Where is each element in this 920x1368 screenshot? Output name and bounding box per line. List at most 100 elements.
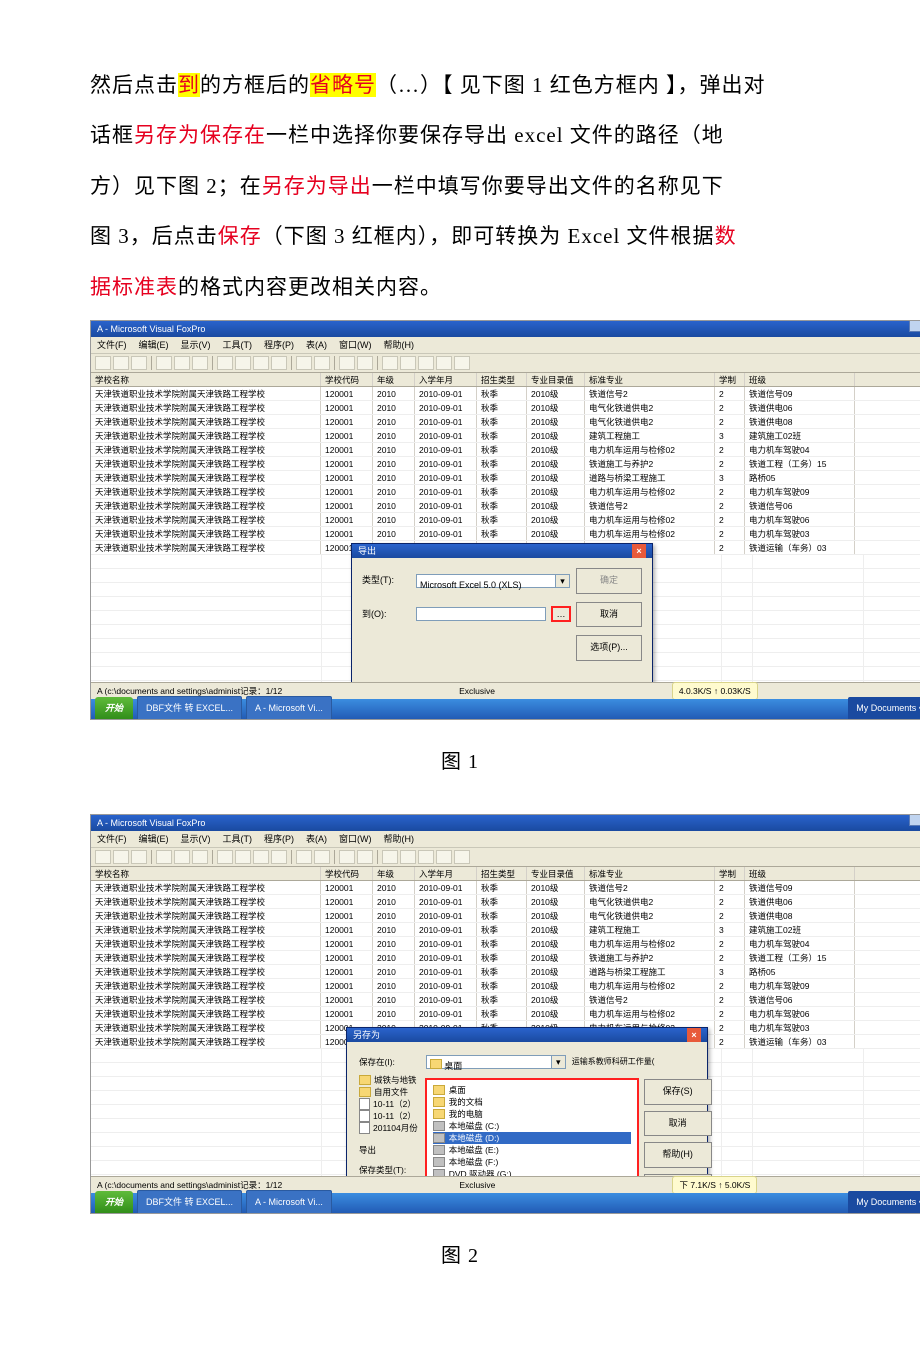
table-row[interactable]: 天津铁道职业技术学院附属天津铁路工程学校12000120102010-09-01…	[91, 895, 920, 909]
drive-icon	[433, 1157, 445, 1167]
start-button[interactable]: 开始	[95, 697, 133, 720]
window-controls[interactable]	[908, 320, 920, 337]
table-row[interactable]: 天津铁道职业技术学院附属天津铁路工程学校12000120102010-09-01…	[91, 937, 920, 951]
table-row[interactable]: 天津铁道职业技术学院附属天津铁路工程学校12000120102010-09-01…	[91, 979, 920, 993]
location-item[interactable]: 桌面	[433, 1084, 631, 1096]
start-button[interactable]: 开始	[95, 1191, 133, 1214]
table-row[interactable]: 天津铁道职业技术学院附属天津铁路工程学校12000120102010-09-01…	[91, 387, 920, 401]
saveas-dialog: 另存为 × 保存在(I): 城铁与地铁 自用文件 10-11（2） 10-11（…	[346, 1027, 708, 1176]
network-badge: 4.0.3K/S ↑ 0.03K/S	[672, 682, 758, 700]
table-row[interactable]: 天津铁道职业技术学院附属天津铁路工程学校12000120102010-09-01…	[91, 471, 920, 485]
grid-header: 学校名称学校代码年级入学年月招生类型专业目录值标准专业学制班级	[91, 373, 920, 387]
network-badge: 下 7.1K/S ↑ 5.0K/S	[672, 1176, 757, 1194]
ok-button[interactable]: 确定	[576, 568, 642, 594]
data-grid[interactable]: 学校名称学校代码年级入学年月招生类型专业目录值标准专业学制班级 天津铁道职业技术…	[91, 867, 920, 1176]
desktop-icon	[430, 1059, 442, 1069]
sidebar-item[interactable]: 城铁与地铁	[359, 1074, 418, 1086]
paragraph-3: 方）见下图 2；在另存为导出一栏中填写你要导出文件的名称见下	[90, 161, 830, 211]
menu-bar[interactable]: 文件(F)编辑(E)显示(V)工具(T)程序(P)表(A)窗口(W)帮助(H)	[91, 337, 920, 354]
sidebar-item[interactable]: 10-11（2）	[359, 1098, 418, 1110]
figure-caption-2: 图 2	[90, 1232, 830, 1280]
close-icon[interactable]: ×	[632, 544, 646, 558]
taskbar-item[interactable]: DBF文件 转 EXCEL...	[137, 1190, 242, 1214]
app-titlebar: A - Microsoft Visual FoxPro	[91, 321, 920, 337]
type-label: 类型(T):	[362, 570, 410, 592]
export-dialog: 导出 × 类型(T): Microsoft Excel 5.0 (XLS) ▾ …	[351, 543, 653, 682]
menu-bar[interactable]: 文件(F)编辑(E)显示(V)工具(T)程序(P)表(A)窗口(W)帮助(H)	[91, 831, 920, 848]
taskbar-item[interactable]: A - Microsoft Vi...	[246, 696, 332, 720]
taskbar-item[interactable]: DBF文件 转 EXCEL...	[137, 696, 242, 720]
cancel-button[interactable]: 取消	[576, 602, 642, 628]
taskbar: 开始 DBF文件 转 EXCEL... A - Microsoft Vi... …	[91, 1193, 920, 1213]
close-icon[interactable]: ×	[687, 1028, 701, 1042]
table-row[interactable]: 天津铁道职业技术学院附属天津铁路工程学校12000120102010-09-01…	[91, 457, 920, 471]
table-row[interactable]: 天津铁道职业技术学院附属天津铁路工程学校12000120102010-09-01…	[91, 499, 920, 513]
paragraph-1: 然后点击到的方框后的省略号（…）【 见下图 1 红色方框内 】，弹出对	[90, 60, 830, 110]
chevron-down-icon[interactable]: ▾	[552, 1055, 566, 1069]
chevron-down-icon[interactable]: ▾	[556, 574, 570, 588]
window-controls[interactable]	[908, 814, 920, 831]
toolbar[interactable]	[91, 848, 920, 867]
table-row[interactable]: 天津铁道职业技术学院附属天津铁路工程学校12000120102010-09-01…	[91, 443, 920, 457]
sidebar-item[interactable]: 201104月份	[359, 1122, 418, 1134]
saveas-dialog-title: 另存为	[353, 1028, 380, 1042]
folder-icon	[433, 1169, 445, 1176]
table-row[interactable]: 天津铁道职业技术学院附属天津铁路工程学校12000120102010-09-01…	[91, 527, 920, 541]
location-item[interactable]: DVD 驱动器 (G:)	[433, 1168, 631, 1176]
table-row[interactable]: 天津铁道职业技术学院附属天津铁路工程学校12000120102010-09-01…	[91, 965, 920, 979]
folder-icon	[433, 1109, 445, 1119]
to-browse-button[interactable]: …	[552, 607, 570, 621]
export-dialog-title: 导出	[358, 544, 376, 558]
table-row[interactable]: 天津铁道职业技术学院附属天津铁路工程学校12000120102010-09-01…	[91, 993, 920, 1007]
paragraph-4: 图 3，后点击保存（下图 3 红框内），即可转换为 Excel 文件根据数	[90, 211, 830, 261]
to-label: 到(O):	[362, 604, 410, 626]
saveas-sidebar: 保存在(I): 城铁与地铁 自用文件 10-11（2） 10-11（2） 201…	[357, 1052, 420, 1176]
drive-icon	[433, 1121, 445, 1131]
location-item[interactable]: 本地磁盘 (E:)	[433, 1144, 631, 1156]
codepage-button[interactable]: 代码页(C)...	[644, 1174, 712, 1176]
figure-caption-1: 图 1	[90, 738, 830, 786]
app-titlebar: A - Microsoft Visual FoxPro	[91, 815, 920, 831]
drive-icon	[433, 1133, 445, 1143]
sidebar-item[interactable]: 10-11（2）	[359, 1110, 418, 1122]
location-item[interactable]: 本地磁盘 (D:)	[433, 1132, 631, 1144]
table-row[interactable]: 天津铁道职业技术学院附属天津铁路工程学校12000120102010-09-01…	[91, 909, 920, 923]
table-row[interactable]: 天津铁道职业技术学院附属天津铁路工程学校12000120102010-09-01…	[91, 415, 920, 429]
type-combo[interactable]: Microsoft Excel 5.0 (XLS) ▾	[416, 574, 570, 588]
data-grid[interactable]: 学校名称学校代码年级入学年月招生类型专业目录值标准专业学制班级 天津铁道职业技术…	[91, 373, 920, 682]
location-item[interactable]: 我的文档	[433, 1096, 631, 1108]
table-row[interactable]: 天津铁道职业技术学院附属天津铁路工程学校12000120102010-09-01…	[91, 401, 920, 415]
drive-icon	[433, 1145, 445, 1155]
taskbar-item[interactable]: A - Microsoft Vi...	[246, 1190, 332, 1214]
sidebar-item[interactable]: 自用文件	[359, 1086, 418, 1098]
table-row[interactable]: 天津铁道职业技术学院附属天津铁路工程学校12000120102010-09-01…	[91, 881, 920, 895]
cancel-button[interactable]: 取消	[644, 1111, 712, 1137]
savein-combo[interactable]: 桌面 ▾	[426, 1055, 566, 1069]
location-item[interactable]: 我的电脑	[433, 1108, 631, 1120]
folder-icon	[433, 1085, 445, 1095]
table-row[interactable]: 天津铁道职业技术学院附属天津铁路工程学校12000120102010-09-01…	[91, 923, 920, 937]
table-row[interactable]: 天津铁道职业技术学院附属天津铁路工程学校12000120102010-09-01…	[91, 513, 920, 527]
help-button[interactable]: 帮助(H)	[644, 1142, 712, 1168]
table-row[interactable]: 天津铁道职业技术学院附属天津铁路工程学校12000120102010-09-01…	[91, 1007, 920, 1021]
folder-icon	[433, 1097, 445, 1107]
location-item[interactable]: 本地磁盘 (C:)	[433, 1120, 631, 1132]
app-title: A - Microsoft Visual FoxPro	[97, 815, 205, 831]
screenshot-figure-2: A - Microsoft Visual FoxPro 文件(F)编辑(E)显示…	[90, 814, 920, 1214]
table-row[interactable]: 天津铁道职业技术学院附属天津铁路工程学校12000120102010-09-01…	[91, 485, 920, 499]
save-button[interactable]: 保存(S)	[644, 1079, 712, 1105]
table-row[interactable]: 天津铁道职业技术学院附属天津铁路工程学校12000120102010-09-01…	[91, 951, 920, 965]
paragraph-2: 话框另存为保存在一栏中选择你要保存导出 excel 文件的路径（地	[90, 110, 830, 160]
app-title: A - Microsoft Visual FoxPro	[97, 321, 205, 337]
taskbar: 开始 DBF文件 转 EXCEL... A - Microsoft Vi... …	[91, 699, 920, 719]
screenshot-figure-1: A - Microsoft Visual FoxPro 文件(F)编辑(E)显示…	[90, 320, 920, 720]
saveas-location-list[interactable]: 桌面我的文档我的电脑本地磁盘 (C:)本地磁盘 (D:)本地磁盘 (E:)本地磁…	[426, 1079, 638, 1176]
grid-header: 学校名称学校代码年级入学年月招生类型专业目录值标准专业学制班级	[91, 867, 920, 881]
toolbar[interactable]	[91, 354, 920, 373]
location-item[interactable]: 本地磁盘 (F:)	[433, 1156, 631, 1168]
to-input[interactable]	[416, 607, 546, 621]
paragraph-5: 据标准表的格式内容更改相关内容。	[90, 262, 830, 312]
system-tray: My Documents • 13:53	[848, 1191, 920, 1214]
table-row[interactable]: 天津铁道职业技术学院附属天津铁路工程学校12000120102010-09-01…	[91, 429, 920, 443]
options-button[interactable]: 选项(P)...	[576, 635, 642, 661]
